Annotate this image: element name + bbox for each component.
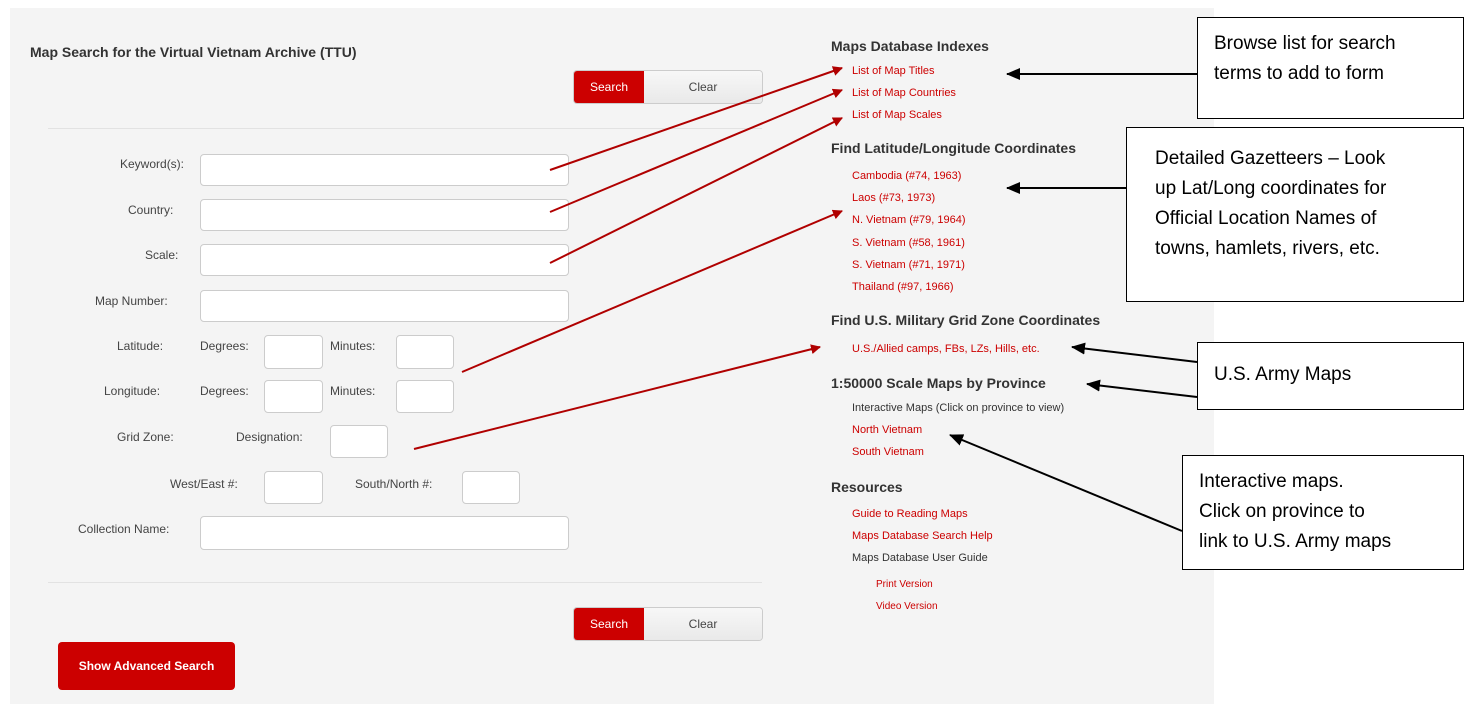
black-arrow-province bbox=[1086, 379, 1198, 398]
red-arrow-latlong bbox=[461, 209, 843, 373]
red-arrow-grid bbox=[413, 344, 821, 450]
red-arrow-keywords bbox=[549, 66, 843, 171]
red-arrow-scale bbox=[549, 117, 843, 264]
annotation-arrows bbox=[413, 66, 1198, 532]
black-arrow-interactive bbox=[949, 434, 1183, 532]
black-arrow-grid-link bbox=[1071, 342, 1198, 363]
red-arrow-country bbox=[549, 88, 843, 213]
